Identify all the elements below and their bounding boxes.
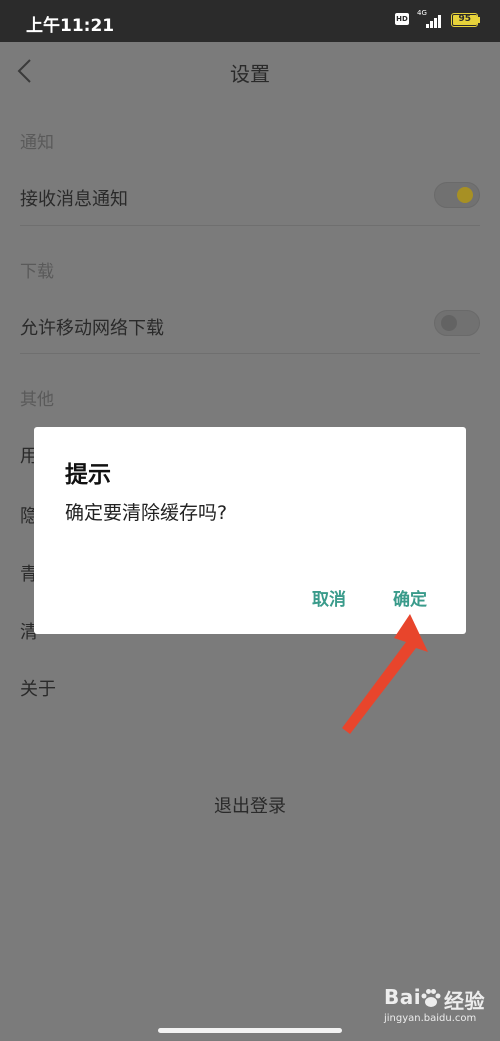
home-indicator[interactable] <box>158 1028 342 1033</box>
divider <box>20 225 480 226</box>
battery-level: 95 <box>453 15 477 25</box>
dialog-title: 提示 <box>65 462 111 488</box>
hd-icon: HD <box>395 13 409 25</box>
section-notify-title: 通知 <box>20 133 54 153</box>
battery-tip <box>478 17 480 23</box>
watermark-brand-right: 经验 <box>444 989 485 1013</box>
watermark-url: jingyan.baidu.com <box>384 1013 477 1024</box>
receive-notification-toggle[interactable] <box>434 182 480 208</box>
divider <box>20 353 480 354</box>
watermark-brand-left: Bai <box>384 985 422 1009</box>
receive-notification-label: 接收消息通知 <box>20 189 128 210</box>
section-other-title: 其他 <box>20 390 54 410</box>
confirm-button[interactable]: 确定 <box>393 585 427 610</box>
page-title: 设置 <box>230 62 270 86</box>
toggle-knob <box>441 315 457 331</box>
confirm-dialog: 提示 确定要清除缓存吗? 取消 确定 <box>34 427 466 634</box>
red-arrow-annotation <box>342 614 428 734</box>
dialog-message: 确定要清除缓存吗? <box>65 502 228 524</box>
mobile-download-toggle[interactable] <box>434 310 480 336</box>
paw-icon <box>421 989 441 1007</box>
about-item[interactable]: 关于 <box>20 675 56 701</box>
toggle-knob <box>457 187 473 203</box>
status-bar: 上午11:21 HD 4G 95 <box>0 0 500 42</box>
logout-button[interactable]: 退出登录 <box>0 792 500 818</box>
section-download-title: 下载 <box>20 262 54 282</box>
cancel-button[interactable]: 取消 <box>312 585 346 610</box>
signal-icon <box>426 14 446 28</box>
status-time: 上午11:21 <box>26 16 115 36</box>
baidu-jingyan-watermark: Bai 经验 jingyan.baidu.com <box>384 985 494 1031</box>
battery-icon: 95 <box>451 13 478 27</box>
mobile-download-label: 允许移动网络下载 <box>20 318 164 339</box>
